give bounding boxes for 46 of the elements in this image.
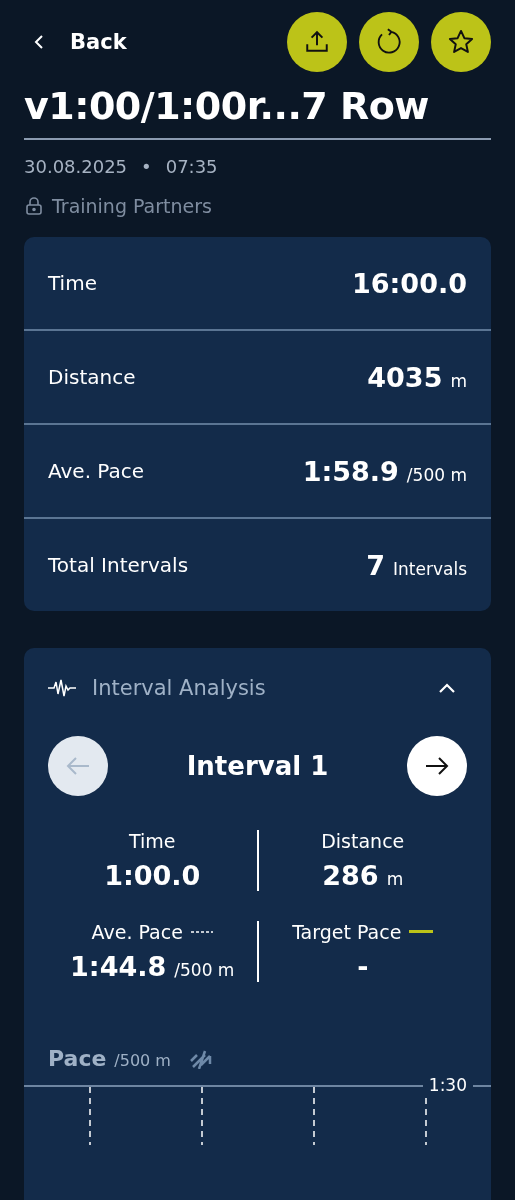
summary-unit: /500 m	[406, 464, 467, 485]
back-button[interactable]: Back	[24, 30, 127, 54]
stat-unit: /500 m	[174, 960, 235, 980]
summary-value: 1:58.9	[302, 455, 399, 487]
stat-label: Distance	[321, 830, 405, 852]
share-button[interactable]	[287, 12, 347, 72]
section-title: Interval Analysis	[92, 676, 266, 700]
summary-unit: m	[450, 370, 467, 391]
separator-dot: •	[141, 156, 152, 177]
waveform-icon	[48, 678, 76, 698]
stat-label: Ave. Pace	[91, 921, 183, 943]
summary-value: 16:00.0	[352, 267, 467, 299]
axis-tick-label: 1:30	[422, 1075, 473, 1095]
summary-unit: Intervals	[393, 558, 467, 579]
stat-value: 1:44.8	[70, 951, 167, 982]
summary-label: Ave. Pace	[48, 459, 145, 483]
arrow-right-icon	[424, 756, 450, 776]
summary-value: 4035	[367, 361, 443, 393]
stat-value: -	[357, 951, 369, 982]
star-icon	[447, 28, 475, 56]
workout-title: v1:00/1:00r...7 Row	[24, 84, 491, 140]
chevron-left-icon	[34, 34, 44, 50]
summary-label: Total Intervals	[48, 553, 189, 577]
refresh-icon	[375, 28, 403, 56]
lock-icon	[24, 196, 44, 216]
interval-title: Interval 1	[186, 751, 329, 781]
arrow-left-icon	[65, 756, 91, 776]
workout-date: 30.08.2025	[24, 156, 128, 177]
summary-label: Time	[48, 271, 97, 295]
stat-unit: m	[386, 869, 404, 889]
chevron-up-icon[interactable]	[437, 682, 457, 694]
stat-value: 286	[322, 860, 379, 891]
visibility-label: Training Partners	[52, 195, 212, 217]
stat-label: Target Pace	[292, 921, 402, 943]
summary-value: 7	[366, 549, 386, 581]
next-button[interactable]	[407, 736, 467, 796]
workout-time: 07:35	[165, 156, 218, 177]
summary-label: Distance	[48, 365, 136, 389]
chart-unit: /500 m	[114, 1051, 171, 1070]
stat-value: 1:00.0	[104, 860, 201, 891]
upload-icon	[304, 29, 330, 55]
repeat-button[interactable]	[359, 12, 419, 72]
stat-label: Time	[129, 830, 176, 852]
favorite-button[interactable]	[431, 12, 491, 72]
chart-title: Pace	[48, 1046, 107, 1071]
split-toggle-icon[interactable]	[188, 1048, 213, 1069]
